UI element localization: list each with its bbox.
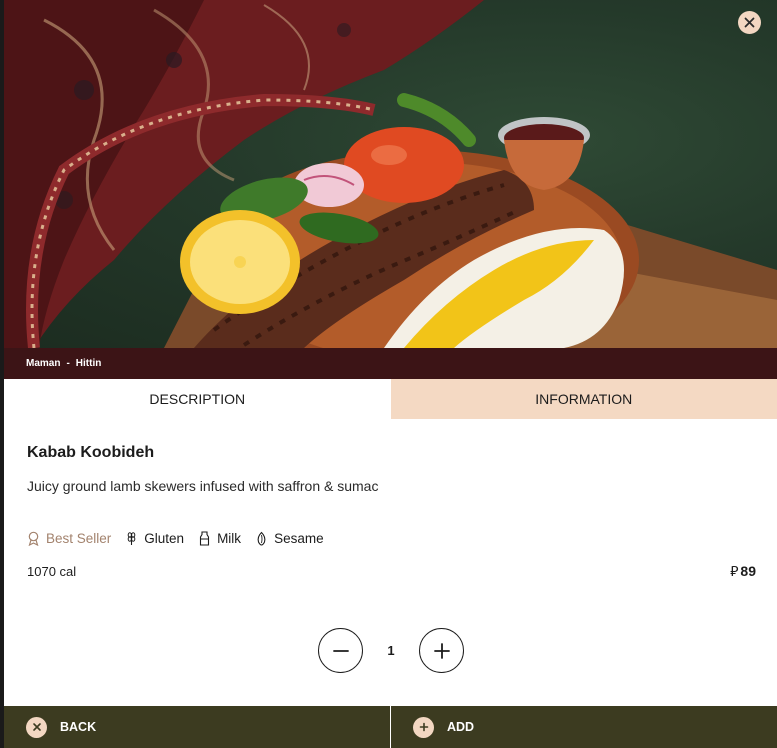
price-value: 89: [740, 563, 756, 579]
plus-icon: [413, 716, 434, 738]
award-icon: [28, 531, 39, 546]
tag-milk: Milk: [198, 531, 241, 546]
breadcrumb-branch: Hittin: [75, 358, 102, 369]
product-modal: Maman - Hittin DESCRIPTION INFORMATION K…: [4, 0, 777, 748]
item-title: Kabab Koobideh: [27, 444, 155, 461]
breadcrumb-restaurant: Maman: [26, 358, 61, 369]
calories: 1070 cal: [27, 564, 77, 579]
tag-best-seller: Best Seller: [27, 531, 111, 546]
sesame-icon: [257, 531, 266, 546]
tag-gluten: Gluten: [125, 531, 184, 546]
minus-icon: [332, 649, 349, 652]
quantity-stepper: 1: [318, 628, 464, 673]
kabab-plate-illustration: [4, 0, 777, 348]
riyal-icon: ⃁: [730, 563, 739, 579]
close-button[interactable]: [738, 11, 761, 34]
close-icon: [26, 716, 47, 738]
breadcrumb-separator: -: [66, 358, 70, 369]
breadcrumb: Maman - Hittin: [4, 348, 777, 379]
tag-sesame: Sesame: [255, 531, 324, 546]
back-button[interactable]: BACK: [4, 706, 390, 748]
tag-list: Best Seller Gluten Milk Sesame: [27, 531, 338, 546]
add-button[interactable]: ADD: [390, 706, 777, 748]
plus-icon: [433, 642, 450, 659]
quantity-value: 1: [387, 643, 395, 658]
tab-bar: DESCRIPTION INFORMATION: [4, 379, 777, 419]
tag-label: Best Seller: [46, 531, 112, 546]
tab-description[interactable]: DESCRIPTION: [4, 379, 391, 419]
item-description: Juicy ground lamb skewers infused with s…: [27, 478, 379, 494]
decrease-quantity-button[interactable]: [318, 628, 363, 673]
tag-label: Milk: [217, 531, 242, 546]
back-label: BACK: [60, 720, 97, 734]
price: ⃁ 89: [730, 562, 756, 580]
milk-bottle-icon: [200, 531, 210, 546]
close-icon: [744, 17, 755, 28]
tab-information[interactable]: INFORMATION: [390, 379, 777, 419]
dish-photo: [4, 0, 777, 348]
tag-label: Sesame: [274, 531, 324, 546]
footer-bar: BACK ADD: [4, 706, 777, 748]
add-label: ADD: [447, 720, 475, 734]
increase-quantity-button[interactable]: [419, 628, 464, 673]
wheat-icon: [127, 532, 136, 545]
tag-label: Gluten: [144, 531, 185, 546]
